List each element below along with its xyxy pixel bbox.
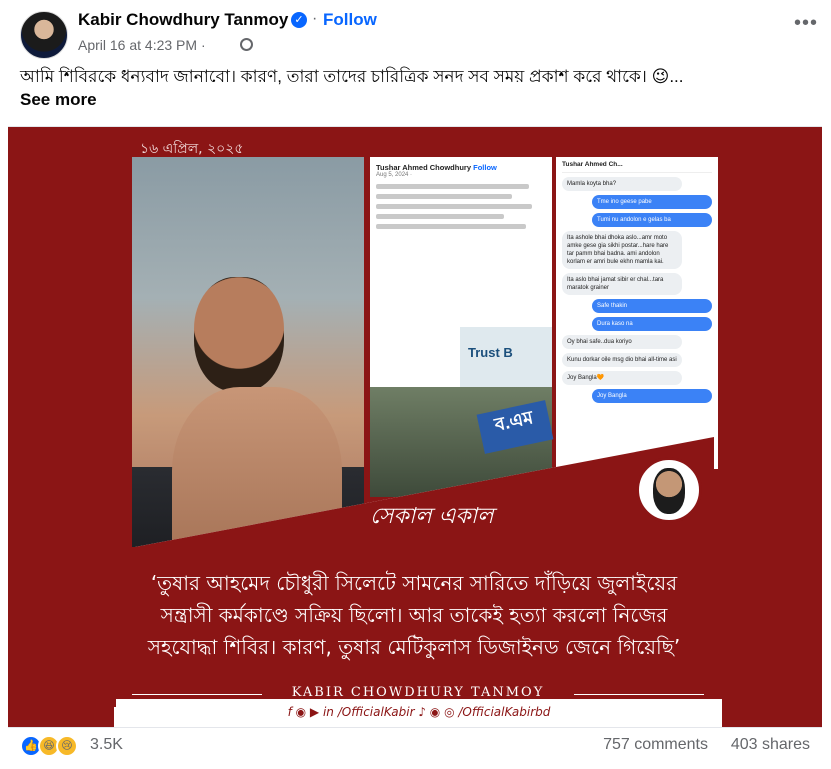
chat-message: Oy bhai safe..dua koriyo [562, 335, 682, 349]
chat-message: Kunu dorkar oile msg dio bhai all-time a… [562, 353, 682, 367]
person-head [194, 277, 284, 392]
chat-message-list: Mamla koyta bha? Tme ino geese pabe Tumi n… [562, 177, 712, 403]
comments-count[interactable]: 757 comments [603, 736, 708, 754]
reactions-summary[interactable]: 👍 😆 😢 [20, 734, 86, 757]
see-more-link[interactable]: See more [20, 90, 97, 110]
post-caption: আমি শিবিরকে ধন্যবাদ জানাবো। কারণ, তারা ত… [20, 67, 684, 86]
separator-dot: · [312, 10, 318, 27]
author-portrait-badge [636, 457, 702, 523]
chat-message: Tumi nu andolon e gelas ba [592, 213, 712, 227]
chat-message: Dura kaso na [592, 317, 712, 331]
globe-icon[interactable] [240, 38, 253, 51]
screenshot-text-line [376, 184, 529, 189]
chat-message: Joy Bangla [592, 389, 712, 403]
chat-message: Joy Bangla🧡 [562, 371, 682, 385]
author-avatar[interactable] [20, 11, 68, 59]
chat-message: Ita aslo bhai jamat sibir er chal...tara… [562, 273, 682, 295]
sekal-ekal-label: সেকাল একাল [370, 504, 494, 529]
screenshot-author: Tushar Ahmed Chowdhury Follow [376, 163, 546, 172]
post-header: Kabir Chowdhury Tanmoy ✓ · Follow April … [18, 8, 818, 60]
screenshot-date: Aug 5, 2024 · [376, 172, 413, 178]
chat-contact: Tushar Ahmed Ch... [562, 161, 712, 173]
verified-badge-icon: ✓ [291, 12, 307, 28]
chat-message: Tme ino geese pabe [592, 195, 712, 209]
more-options-icon[interactable]: ••• [794, 12, 818, 35]
screenshot-sign: Trust B [460, 327, 552, 387]
screenshot-text-line [376, 194, 512, 199]
shares-count[interactable]: 403 shares [731, 736, 810, 754]
post-timestamp[interactable]: April 16 at 4:23 PM · [78, 37, 206, 53]
reaction-count[interactable]: 3.5K [90, 736, 123, 754]
post-footer: 👍 😆 😢 3.5K 757 comments 403 shares [20, 734, 810, 760]
follow-button[interactable]: Follow [323, 10, 377, 30]
chat-message: Ita ashole bhai dhoka aslo...amr moto am… [562, 231, 682, 269]
screenshot-follow: Follow [473, 163, 497, 172]
chat-message: Mamla koyta bha? [562, 177, 682, 191]
screenshot-author-name: Tushar Ahmed Chowdhury [376, 163, 472, 172]
author-name[interactable]: Kabir Chowdhury Tanmoy [78, 10, 288, 30]
chat-screenshot: Tushar Ahmed Ch... Mamla koyta bha? Tme i… [556, 157, 718, 469]
screenshot-text-line [376, 204, 533, 209]
sad-icon: 😢 [56, 735, 78, 757]
portrait-face [653, 468, 685, 514]
social-handles: f ◉ ▶ in /OfficialKabir ♪ ◉ ◎ /OfficialK… [116, 699, 722, 727]
poster-quote: ‘তুষার আহমেদ চৌধুরী সিলেটে সামনের সারিতে… [147, 571, 681, 659]
screenshot-text-line [376, 214, 504, 219]
screenshot-text-line [376, 224, 526, 229]
post-image[interactable]: ১৬ এপ্রিল, ২০২৫ Tushar Ahmed Chowdhury F… [8, 126, 822, 728]
chat-message: Safe thakin [592, 299, 712, 313]
